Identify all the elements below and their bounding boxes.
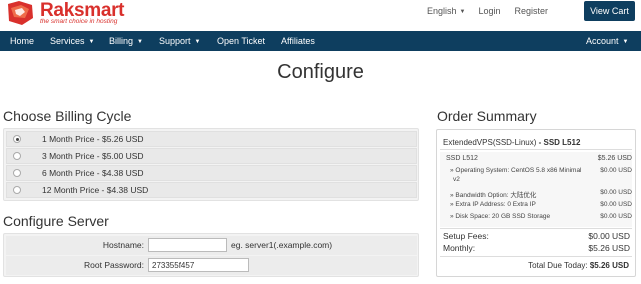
line-label: » Operating System: CentOS 5.8 x86 Minim… bbox=[450, 167, 582, 174]
root-password-row: Root Password: bbox=[6, 256, 417, 275]
billing-option[interactable]: 12 Month Price - $4.38 USD bbox=[6, 182, 417, 198]
caret-down-icon: ▼ bbox=[459, 9, 466, 15]
hostname-row: Hostname: eg. server1(.example.com) bbox=[6, 236, 417, 255]
order-line-items: SSD L512 $5.26 USD » Operating System: C… bbox=[440, 152, 632, 227]
product-group: ExtendedVPS(SSD-Linux) bbox=[443, 138, 537, 147]
view-cart-button[interactable]: View Cart bbox=[584, 1, 635, 21]
billing-option-label: 3 Month Price - $5.00 USD bbox=[42, 151, 144, 161]
monthly-label: Monthly: bbox=[443, 243, 476, 253]
billing-cycle-heading: Choose Billing Cycle bbox=[3, 108, 132, 124]
language-selector[interactable]: English ▼ bbox=[427, 6, 465, 16]
nav-item-label: Support bbox=[159, 36, 191, 46]
hostname-hint: eg. server1(.example.com) bbox=[231, 240, 333, 250]
nav-item-services[interactable]: Services ▼ bbox=[50, 31, 94, 51]
nav-item-label: Home bbox=[10, 36, 35, 46]
radio-button-checked[interactable] bbox=[13, 135, 21, 143]
order-summary-heading: Order Summary bbox=[437, 108, 537, 124]
caret-down-icon: ▼ bbox=[194, 39, 201, 45]
line-label: » Disk Space: 20 GB SSD Storage bbox=[450, 213, 551, 220]
line-value: $5.26 USD bbox=[597, 155, 632, 162]
line-value: $0.00 USD bbox=[600, 189, 632, 196]
order-summary-box: ExtendedVPS(SSD-Linux) - SSD L512 SSD L5… bbox=[436, 129, 636, 277]
nav-item-home[interactable]: Home bbox=[10, 31, 34, 51]
billing-cycle-box: 1 Month Price - $5.26 USD 3 Month Price … bbox=[3, 128, 419, 201]
caret-down-icon: ▼ bbox=[137, 39, 143, 45]
configure-server-box: Hostname: eg. server1(.example.com) Root… bbox=[3, 233, 419, 277]
nav-item-label: Affiliates bbox=[281, 36, 315, 46]
setup-fees-value: $0.00 USD bbox=[588, 231, 630, 241]
monthly-value: $5.26 USD bbox=[588, 243, 630, 253]
nav-item-support[interactable]: Support ▼ bbox=[159, 31, 200, 51]
hostname-input[interactable] bbox=[148, 238, 227, 252]
caret-down-icon: ▼ bbox=[88, 39, 95, 45]
total-due-label: Total Due Today: bbox=[528, 261, 588, 270]
total-due-today: Total Due Today: $5.26 USD bbox=[528, 261, 629, 270]
divider bbox=[440, 256, 632, 257]
nav-item-label: Account bbox=[586, 36, 619, 46]
radio-button[interactable] bbox=[13, 152, 21, 160]
line-value: $0.00 USD bbox=[600, 201, 632, 208]
hostname-label: Hostname: bbox=[102, 240, 144, 250]
logo-mark-icon bbox=[8, 1, 33, 25]
divider bbox=[440, 228, 632, 229]
nav-item-label: Services bbox=[50, 36, 85, 46]
billing-option[interactable]: 3 Month Price - $5.00 USD bbox=[6, 148, 417, 164]
top-bar: Raksmart the smart choice in hosting Eng… bbox=[0, 0, 641, 30]
line-value: $0.00 USD bbox=[600, 167, 632, 174]
billing-option-label: 1 Month Price - $5.26 USD bbox=[42, 134, 144, 144]
page-title: Configure bbox=[277, 61, 364, 83]
register-link[interactable]: Register bbox=[514, 6, 548, 16]
nav-item-account[interactable]: Account ▼ bbox=[586, 31, 628, 51]
nav-item-label: Billing bbox=[109, 36, 134, 46]
login-link[interactable]: Login bbox=[478, 6, 500, 16]
nav-item-billing[interactable]: Billing ▼ bbox=[109, 31, 143, 51]
billing-option-label: 6 Month Price - $4.38 USD bbox=[42, 168, 144, 178]
product-separator: - bbox=[536, 138, 544, 147]
product-name: SSD L512 bbox=[543, 138, 581, 147]
configure-server-heading: Configure Server bbox=[3, 213, 109, 229]
caret-down-icon: ▼ bbox=[622, 39, 629, 45]
language-label: English bbox=[426, 6, 457, 16]
nav-item-affiliates[interactable]: Affiliates bbox=[281, 31, 315, 51]
radio-button[interactable] bbox=[13, 186, 21, 194]
line-label: » Extra IP Address: 0 Extra IP bbox=[450, 201, 536, 208]
billing-option-label: 12 Month Price - $4.38 USD bbox=[42, 185, 149, 195]
brand-tagline: the smart choice in hosting bbox=[40, 18, 118, 25]
line-label-continued: v2 bbox=[453, 176, 460, 183]
divider bbox=[440, 149, 632, 150]
setup-fees-label: Setup Fees: bbox=[443, 231, 489, 241]
total-due-value: $5.26 USD bbox=[589, 261, 629, 270]
line-label: SSD L512 bbox=[446, 155, 478, 162]
billing-option[interactable]: 6 Month Price - $4.38 USD bbox=[6, 165, 417, 181]
radio-button[interactable] bbox=[13, 169, 21, 177]
root-password-input[interactable] bbox=[148, 258, 249, 272]
billing-option[interactable]: 1 Month Price - $5.26 USD bbox=[6, 131, 417, 147]
nav-item-open-ticket[interactable]: Open Ticket bbox=[217, 31, 265, 51]
main-nav: Home Services ▼ Billing ▼ Support ▼ Open Ti… bbox=[0, 31, 641, 51]
root-password-label: Root Password: bbox=[84, 260, 144, 270]
top-links: English ▼ Login Register bbox=[427, 6, 548, 16]
line-label: » Bandwidth Option: 大陆优化 bbox=[450, 192, 537, 199]
order-product-title: ExtendedVPS(SSD-Linux) - SSD L512 bbox=[443, 138, 580, 147]
raksmart-logo[interactable]: Raksmart the smart choice in hosting bbox=[5, 0, 125, 27]
line-value: $0.00 USD bbox=[600, 213, 632, 220]
nav-item-label: Open Ticket bbox=[217, 36, 266, 46]
